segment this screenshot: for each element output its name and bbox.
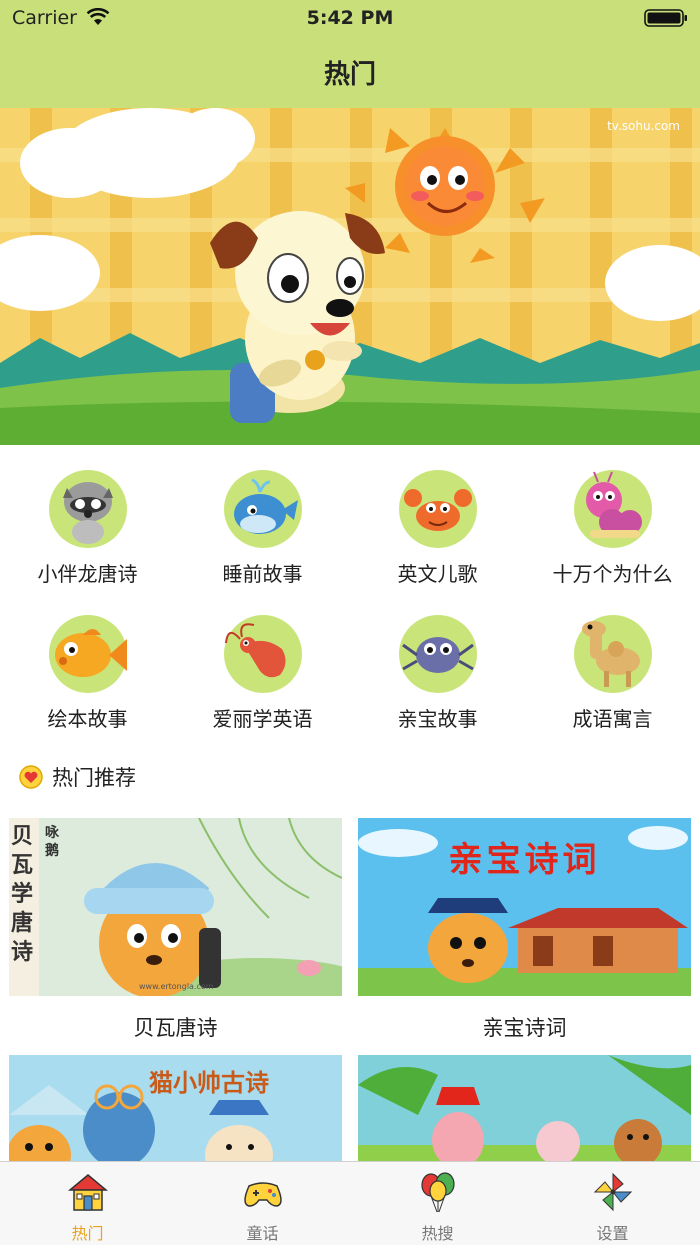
tab-trending[interactable]: 热搜 — [350, 1162, 525, 1245]
card-thumbnail: 贝瓦学唐诗 咏鹅 www.ertongla.com — [9, 818, 342, 996]
banner-image[interactable]: tv.sohu.com — [0, 108, 700, 445]
caterpillar-icon — [573, 470, 652, 548]
crab-icon — [398, 470, 477, 548]
category-item[interactable]: 英文儿歌 — [350, 470, 525, 587]
banner-illustration: tv.sohu.com — [0, 108, 700, 445]
tab-label: 热门 — [71, 1224, 104, 1243]
recommend-card[interactable]: 贝瓦学唐诗 咏鹅 www.ertongla.com 贝瓦唐诗 — [9, 818, 342, 1042]
nav-bar: 热门 — [0, 40, 700, 109]
house-icon — [67, 1174, 108, 1211]
recommend-card[interactable]: 亲宝诗词 亲宝诗词 — [358, 818, 691, 1042]
card-thumbnail — [358, 1055, 691, 1161]
category-label: 爱丽学英语 — [212, 707, 313, 731]
raccoon-icon — [48, 470, 127, 548]
category-item[interactable]: 爱丽学英语 — [175, 615, 350, 732]
category-label: 小伴龙唐诗 — [37, 562, 138, 586]
battery-icon — [644, 9, 687, 27]
category-item[interactable]: 亲宝故事 — [350, 615, 525, 732]
status-bar: Carrier 5:42 PM — [0, 0, 700, 40]
heart-badge-icon — [19, 765, 43, 789]
category-item[interactable]: 小伴龙唐诗 — [0, 470, 175, 587]
recommend-card[interactable]: 猫小帅古诗 — [9, 1055, 342, 1177]
thumb-url: www.ertongla.com — [139, 982, 214, 991]
balloons-icon — [420, 1172, 455, 1213]
thumb-title: 亲宝诗词 — [448, 840, 601, 880]
tab-fairytale[interactable]: 童话 — [175, 1162, 350, 1245]
card-caption: 贝瓦唐诗 — [133, 1016, 218, 1040]
spider-icon — [398, 615, 477, 693]
tab-label: 热搜 — [421, 1224, 454, 1243]
tab-label: 设置 — [596, 1224, 629, 1243]
shrimp-icon — [223, 615, 302, 693]
tab-bar: 热门 童话 热搜 设置 — [0, 1161, 700, 1245]
whale-icon — [223, 470, 302, 548]
category-item[interactable]: 睡前故事 — [175, 470, 350, 587]
section-title: 热门推荐 — [52, 766, 136, 790]
tab-hot[interactable]: 热门 — [0, 1162, 175, 1245]
goldfish-icon — [48, 615, 127, 693]
pinwheel-icon — [593, 1172, 632, 1212]
thumb-subtitle: 咏鹅 — [45, 825, 59, 859]
card-thumbnail: 猫小帅古诗 — [9, 1055, 342, 1161]
card-caption: 亲宝诗词 — [482, 1016, 567, 1040]
category-item[interactable]: 绘本故事 — [0, 615, 175, 732]
category-label: 绘本故事 — [47, 707, 128, 731]
thumb-title: 猫小帅古诗 — [149, 1068, 269, 1097]
category-label: 成语寓言 — [572, 707, 653, 731]
category-item[interactable]: 十万个为什么 — [525, 470, 700, 587]
category-label: 亲宝故事 — [397, 707, 478, 731]
gamepad-icon — [243, 1182, 282, 1207]
recommend-card[interactable] — [358, 1055, 691, 1177]
category-label: 睡前故事 — [222, 562, 303, 586]
clock: 5:42 PM — [306, 7, 394, 29]
card-thumbnail: 亲宝诗词 — [358, 818, 691, 996]
category-label: 英文儿歌 — [397, 562, 478, 586]
category-label: 十万个为什么 — [552, 562, 673, 586]
thumb-title: 贝瓦学唐诗 — [11, 823, 34, 965]
banner-watermark: tv.sohu.com — [607, 119, 680, 133]
page-title: 热门 — [323, 60, 376, 90]
tab-label: 童话 — [246, 1224, 279, 1243]
tab-settings[interactable]: 设置 — [525, 1162, 700, 1245]
camel-icon — [573, 615, 652, 693]
category-item[interactable]: 成语寓言 — [525, 615, 700, 732]
